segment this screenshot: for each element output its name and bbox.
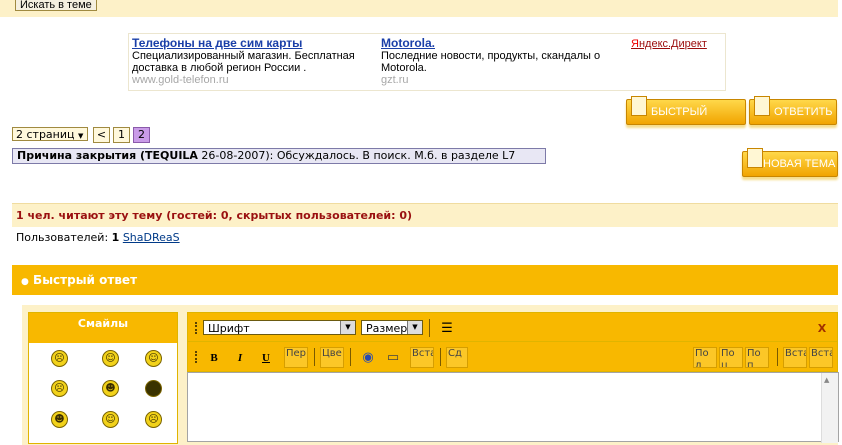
indent-icon[interactable]: ☰	[439, 318, 455, 340]
editor-toolbar-top: Шрифт ▼ Размер ▼ ☰ X	[187, 312, 838, 342]
sd-button[interactable]: Сд	[446, 347, 468, 368]
chevron-down-icon: ▼	[78, 132, 84, 140]
align-center-button[interactable]: По ц	[719, 347, 743, 368]
smile-laugh-icon[interactable]: ☻	[102, 380, 119, 397]
insert-button[interactable]: Вста	[410, 347, 434, 368]
smile-angry-icon[interactable]: ☹	[51, 380, 68, 397]
message-textarea[interactable]: ▲	[187, 372, 839, 443]
quick-reply-header[interactable]: ● Быстрый ответ	[12, 265, 838, 295]
translit-button[interactable]: Пер	[284, 347, 308, 368]
toolbar-separator	[440, 348, 441, 366]
size-select[interactable]: Размер ▼	[361, 320, 423, 335]
smile-surprised-icon[interactable]: ☺	[102, 411, 119, 428]
smile-sad-icon[interactable]: ☹	[51, 350, 68, 367]
chevron-down-icon: ▼	[340, 321, 355, 334]
toolbar-grip[interactable]	[195, 351, 199, 363]
editor-toolbar-bottom: B I U Пер Цве ◉ ▭ Вста Сд По л По ц По п…	[187, 342, 838, 372]
prev-page-button[interactable]: <	[93, 127, 110, 143]
smile-grin-icon[interactable]: ☺	[145, 350, 162, 367]
toolbar-separator	[429, 319, 430, 337]
ad-item: Motorola. Последние новости, продукты, с…	[381, 37, 623, 86]
link-globe-icon[interactable]: ◉	[360, 347, 376, 369]
current-page: 2	[133, 127, 150, 143]
new-topic-button[interactable]: Новая тема	[742, 148, 838, 177]
toolbar-grip[interactable]	[195, 322, 199, 334]
ad-text: Последние новости, продукты, скандалы о …	[381, 50, 601, 74]
toolbar-separator	[314, 348, 315, 366]
chevron-down-icon: ▼	[407, 321, 422, 334]
ads-block: Телефоны на две сим карты Специализирова…	[128, 33, 726, 91]
quick-reply-button[interactable]: Быстрый ответ	[626, 96, 746, 142]
ad-title-link[interactable]: Телефоны на две сим карты	[132, 36, 302, 50]
doc-icon	[747, 148, 763, 168]
insert-quote-button[interactable]: Вста	[809, 347, 833, 368]
toolbar-separator	[350, 348, 351, 366]
smiles-box: Смайлы ☹ ☺ ☺ ☹ ☻ ☻ ☺ ☹	[28, 312, 178, 444]
reply-button[interactable]: Ответить	[749, 96, 837, 125]
page-link-1[interactable]: 1	[113, 127, 130, 143]
smiles-title: Смайлы	[29, 313, 177, 343]
collapse-icon: ●	[21, 277, 29, 287]
top-search-bar: Искать в теме	[0, 0, 838, 17]
smile-cool-icon[interactable]: ☻	[51, 411, 68, 428]
search-in-topic-button[interactable]: Искать в теме	[15, 0, 97, 11]
italic-button[interactable]: I	[233, 347, 247, 369]
insert-list-button[interactable]: Вста	[783, 347, 807, 368]
readers-count: 1 чел. читают эту тему (гостей: 0, скрыт…	[12, 203, 838, 227]
font-select[interactable]: Шрифт ▼	[203, 320, 356, 335]
closure-reason: Причина закрытия (TEQUILA 26-08-2007): О…	[12, 148, 546, 164]
scroll-up-icon[interactable]: ▲	[824, 376, 829, 384]
image-icon[interactable]: ▭	[385, 347, 401, 369]
bold-button[interactable]: B	[207, 347, 221, 369]
align-right-button[interactable]: По п	[745, 347, 769, 368]
color-button[interactable]: Цве	[320, 347, 344, 368]
ad-title-link[interactable]: Motorola.	[381, 36, 435, 50]
close-icon[interactable]: X	[815, 318, 829, 340]
yandex-direct-link[interactable]: Яндекс.Директ	[631, 38, 707, 50]
pages-dropdown[interactable]: 2 страниц ▼	[12, 127, 88, 141]
ad-url[interactable]: gzt.ru	[381, 74, 409, 86]
smile-ninja-icon[interactable]	[145, 380, 162, 397]
doc-icon	[631, 96, 647, 116]
ad-item: Телефоны на две сим карты Специализирова…	[132, 37, 372, 86]
align-left-button[interactable]: По л	[693, 347, 717, 368]
smile-happy-icon[interactable]: ☺	[102, 350, 119, 367]
underline-button[interactable]: U	[259, 347, 273, 369]
ad-url[interactable]: www.gold-telefon.ru	[132, 74, 229, 86]
smile-confused-icon[interactable]: ☹	[145, 411, 162, 428]
ad-text: Специализированный магазин. Бесплатная д…	[132, 50, 355, 74]
toolbar-separator	[777, 348, 778, 366]
editor-scrollbar[interactable]: ▲	[821, 373, 838, 443]
user-link[interactable]: ShaDReaS	[123, 231, 180, 244]
doc-icon	[754, 96, 770, 116]
users-list: Пользователей: 1 ShaDReaS	[16, 231, 180, 244]
